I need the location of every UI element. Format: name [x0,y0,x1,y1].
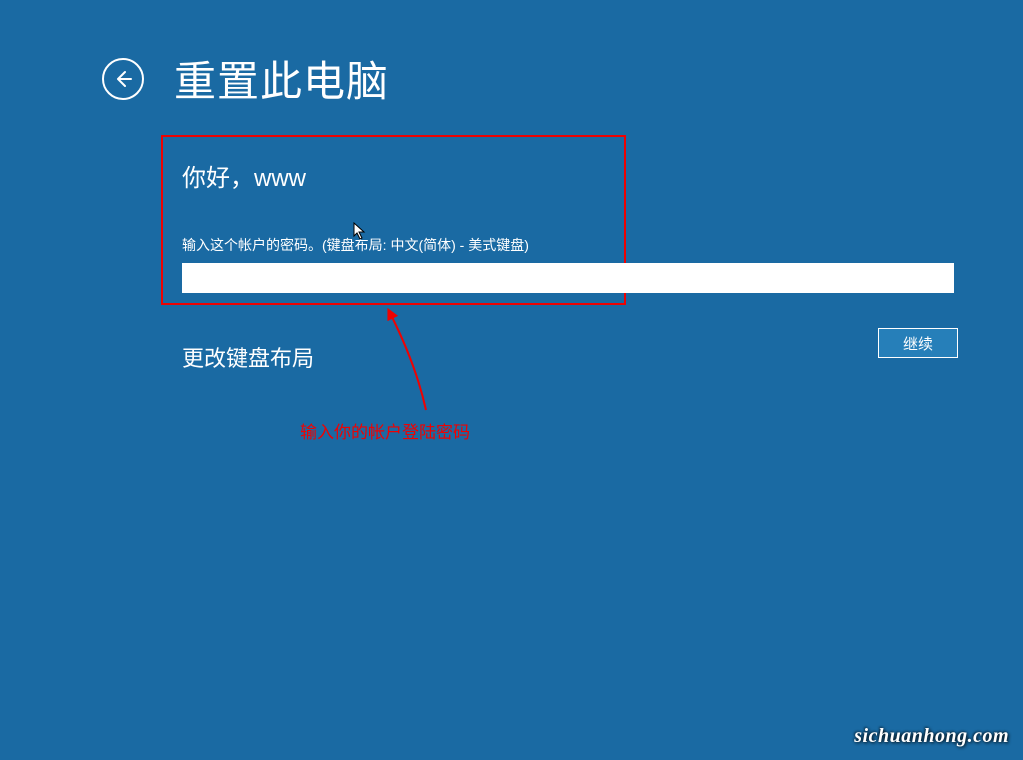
watermark: sichuanhong.com [854,725,1009,748]
back-button[interactable] [102,58,144,100]
page-title: 重置此电脑 [174,48,389,109]
annotation-text: 输入你的帐户登陆密码 [300,418,470,443]
arrow-left-icon [112,68,134,90]
continue-button-label: 继续 [903,333,933,354]
change-keyboard-layout-link[interactable]: 更改键盘布局 [182,341,314,373]
greeting-text: 你好，www [182,158,956,193]
password-input[interactable] [182,263,954,293]
continue-button[interactable]: 继续 [878,328,958,358]
password-label: 输入这个帐户的密码。(键盘布局: 中文(简体) - 美式键盘) [182,235,956,255]
